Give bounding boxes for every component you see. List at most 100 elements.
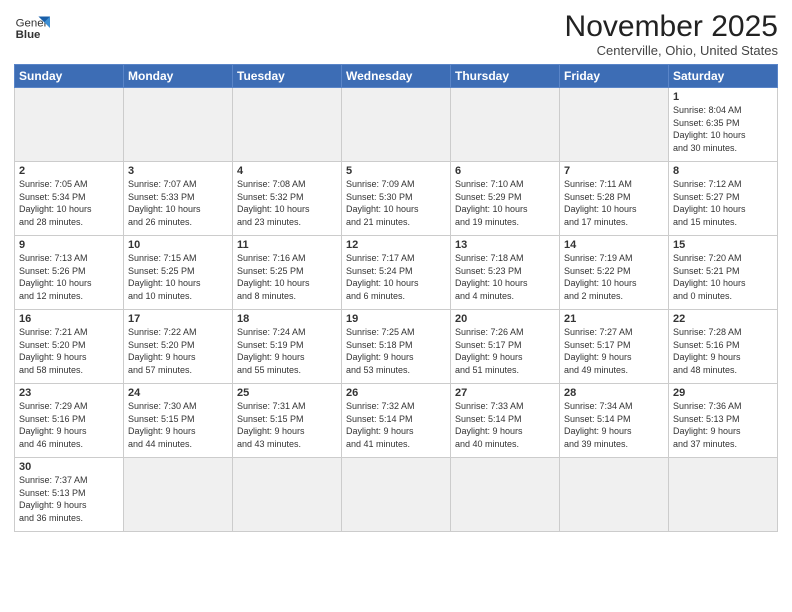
calendar-day-cell bbox=[233, 88, 342, 162]
day-info: Sunrise: 7:19 AM Sunset: 5:22 PM Dayligh… bbox=[564, 252, 664, 302]
day-info: Sunrise: 7:37 AM Sunset: 5:13 PM Dayligh… bbox=[19, 474, 119, 524]
calendar-day-cell bbox=[669, 458, 778, 532]
calendar-day-cell: 24Sunrise: 7:30 AM Sunset: 5:15 PM Dayli… bbox=[124, 384, 233, 458]
day-info: Sunrise: 7:27 AM Sunset: 5:17 PM Dayligh… bbox=[564, 326, 664, 376]
svg-text:Blue: Blue bbox=[16, 29, 41, 41]
day-info: Sunrise: 7:17 AM Sunset: 5:24 PM Dayligh… bbox=[346, 252, 446, 302]
day-number: 9 bbox=[19, 239, 119, 251]
calendar-day-cell: 3Sunrise: 7:07 AM Sunset: 5:33 PM Daylig… bbox=[124, 162, 233, 236]
calendar-day-cell: 21Sunrise: 7:27 AM Sunset: 5:17 PM Dayli… bbox=[560, 310, 669, 384]
day-info: Sunrise: 7:18 AM Sunset: 5:23 PM Dayligh… bbox=[455, 252, 555, 302]
day-info: Sunrise: 7:31 AM Sunset: 5:15 PM Dayligh… bbox=[237, 400, 337, 450]
day-number: 5 bbox=[346, 165, 446, 177]
day-number: 14 bbox=[564, 239, 664, 251]
day-number: 30 bbox=[19, 461, 119, 473]
day-number: 3 bbox=[128, 165, 228, 177]
day-number: 18 bbox=[237, 313, 337, 325]
day-number: 20 bbox=[455, 313, 555, 325]
generalblue-logo-icon: General Blue bbox=[14, 10, 50, 46]
calendar-day-cell: 6Sunrise: 7:10 AM Sunset: 5:29 PM Daylig… bbox=[451, 162, 560, 236]
calendar-day-cell: 11Sunrise: 7:16 AM Sunset: 5:25 PM Dayli… bbox=[233, 236, 342, 310]
day-number: 21 bbox=[564, 313, 664, 325]
calendar-day-cell: 15Sunrise: 7:20 AM Sunset: 5:21 PM Dayli… bbox=[669, 236, 778, 310]
day-number: 25 bbox=[237, 387, 337, 399]
calendar-title: November 2025 bbox=[565, 10, 778, 43]
day-number: 12 bbox=[346, 239, 446, 251]
day-number: 28 bbox=[564, 387, 664, 399]
calendar-day-cell: 23Sunrise: 7:29 AM Sunset: 5:16 PM Dayli… bbox=[15, 384, 124, 458]
calendar-day-cell: 22Sunrise: 7:28 AM Sunset: 5:16 PM Dayli… bbox=[669, 310, 778, 384]
calendar-day-cell bbox=[560, 88, 669, 162]
calendar-week-row: 23Sunrise: 7:29 AM Sunset: 5:16 PM Dayli… bbox=[15, 384, 778, 458]
calendar-day-cell bbox=[124, 88, 233, 162]
day-info: Sunrise: 7:05 AM Sunset: 5:34 PM Dayligh… bbox=[19, 178, 119, 228]
day-number: 16 bbox=[19, 313, 119, 325]
page: General Blue November 2025 Centerville, … bbox=[0, 0, 792, 612]
day-info: Sunrise: 7:33 AM Sunset: 5:14 PM Dayligh… bbox=[455, 400, 555, 450]
calendar-day-cell: 20Sunrise: 7:26 AM Sunset: 5:17 PM Dayli… bbox=[451, 310, 560, 384]
calendar-day-cell: 25Sunrise: 7:31 AM Sunset: 5:15 PM Dayli… bbox=[233, 384, 342, 458]
day-info: Sunrise: 7:11 AM Sunset: 5:28 PM Dayligh… bbox=[564, 178, 664, 228]
weekday-header-saturday: Saturday bbox=[669, 65, 778, 88]
day-number: 27 bbox=[455, 387, 555, 399]
calendar-day-cell: 5Sunrise: 7:09 AM Sunset: 5:30 PM Daylig… bbox=[342, 162, 451, 236]
calendar-day-cell: 2Sunrise: 7:05 AM Sunset: 5:34 PM Daylig… bbox=[15, 162, 124, 236]
day-number: 7 bbox=[564, 165, 664, 177]
weekday-header-row: SundayMondayTuesdayWednesdayThursdayFrid… bbox=[15, 65, 778, 88]
calendar-week-row: 16Sunrise: 7:21 AM Sunset: 5:20 PM Dayli… bbox=[15, 310, 778, 384]
calendar-day-cell: 16Sunrise: 7:21 AM Sunset: 5:20 PM Dayli… bbox=[15, 310, 124, 384]
day-info: Sunrise: 8:04 AM Sunset: 6:35 PM Dayligh… bbox=[673, 104, 773, 154]
calendar-subtitle: Centerville, Ohio, United States bbox=[565, 43, 778, 58]
calendar-day-cell bbox=[451, 88, 560, 162]
calendar-day-cell bbox=[342, 88, 451, 162]
weekday-header-sunday: Sunday bbox=[15, 65, 124, 88]
day-info: Sunrise: 7:24 AM Sunset: 5:19 PM Dayligh… bbox=[237, 326, 337, 376]
day-info: Sunrise: 7:20 AM Sunset: 5:21 PM Dayligh… bbox=[673, 252, 773, 302]
day-number: 22 bbox=[673, 313, 773, 325]
calendar-day-cell: 9Sunrise: 7:13 AM Sunset: 5:26 PM Daylig… bbox=[15, 236, 124, 310]
calendar-day-cell bbox=[15, 88, 124, 162]
day-info: Sunrise: 7:08 AM Sunset: 5:32 PM Dayligh… bbox=[237, 178, 337, 228]
day-number: 17 bbox=[128, 313, 228, 325]
day-info: Sunrise: 7:10 AM Sunset: 5:29 PM Dayligh… bbox=[455, 178, 555, 228]
day-number: 26 bbox=[346, 387, 446, 399]
calendar-day-cell bbox=[560, 458, 669, 532]
weekday-header-thursday: Thursday bbox=[451, 65, 560, 88]
day-info: Sunrise: 7:32 AM Sunset: 5:14 PM Dayligh… bbox=[346, 400, 446, 450]
day-number: 24 bbox=[128, 387, 228, 399]
calendar-day-cell: 28Sunrise: 7:34 AM Sunset: 5:14 PM Dayli… bbox=[560, 384, 669, 458]
day-info: Sunrise: 7:34 AM Sunset: 5:14 PM Dayligh… bbox=[564, 400, 664, 450]
day-info: Sunrise: 7:25 AM Sunset: 5:18 PM Dayligh… bbox=[346, 326, 446, 376]
day-number: 23 bbox=[19, 387, 119, 399]
calendar-day-cell: 26Sunrise: 7:32 AM Sunset: 5:14 PM Dayli… bbox=[342, 384, 451, 458]
calendar-day-cell: 4Sunrise: 7:08 AM Sunset: 5:32 PM Daylig… bbox=[233, 162, 342, 236]
calendar-day-cell: 8Sunrise: 7:12 AM Sunset: 5:27 PM Daylig… bbox=[669, 162, 778, 236]
logo: General Blue bbox=[14, 10, 50, 46]
day-number: 29 bbox=[673, 387, 773, 399]
calendar-day-cell: 10Sunrise: 7:15 AM Sunset: 5:25 PM Dayli… bbox=[124, 236, 233, 310]
calendar-day-cell bbox=[233, 458, 342, 532]
header: General Blue November 2025 Centerville, … bbox=[14, 10, 778, 58]
day-number: 6 bbox=[455, 165, 555, 177]
day-info: Sunrise: 7:07 AM Sunset: 5:33 PM Dayligh… bbox=[128, 178, 228, 228]
day-number: 10 bbox=[128, 239, 228, 251]
calendar-day-cell bbox=[342, 458, 451, 532]
calendar-day-cell: 17Sunrise: 7:22 AM Sunset: 5:20 PM Dayli… bbox=[124, 310, 233, 384]
day-number: 11 bbox=[237, 239, 337, 251]
day-info: Sunrise: 7:30 AM Sunset: 5:15 PM Dayligh… bbox=[128, 400, 228, 450]
weekday-header-wednesday: Wednesday bbox=[342, 65, 451, 88]
calendar-day-cell bbox=[451, 458, 560, 532]
calendar-day-cell: 12Sunrise: 7:17 AM Sunset: 5:24 PM Dayli… bbox=[342, 236, 451, 310]
day-number: 19 bbox=[346, 313, 446, 325]
calendar-day-cell: 1Sunrise: 8:04 AM Sunset: 6:35 PM Daylig… bbox=[669, 88, 778, 162]
calendar-day-cell: 14Sunrise: 7:19 AM Sunset: 5:22 PM Dayli… bbox=[560, 236, 669, 310]
calendar-day-cell: 18Sunrise: 7:24 AM Sunset: 5:19 PM Dayli… bbox=[233, 310, 342, 384]
calendar-day-cell: 7Sunrise: 7:11 AM Sunset: 5:28 PM Daylig… bbox=[560, 162, 669, 236]
day-number: 15 bbox=[673, 239, 773, 251]
calendar-day-cell: 30Sunrise: 7:37 AM Sunset: 5:13 PM Dayli… bbox=[15, 458, 124, 532]
weekday-header-friday: Friday bbox=[560, 65, 669, 88]
weekday-header-tuesday: Tuesday bbox=[233, 65, 342, 88]
day-info: Sunrise: 7:21 AM Sunset: 5:20 PM Dayligh… bbox=[19, 326, 119, 376]
day-info: Sunrise: 7:36 AM Sunset: 5:13 PM Dayligh… bbox=[673, 400, 773, 450]
day-info: Sunrise: 7:16 AM Sunset: 5:25 PM Dayligh… bbox=[237, 252, 337, 302]
